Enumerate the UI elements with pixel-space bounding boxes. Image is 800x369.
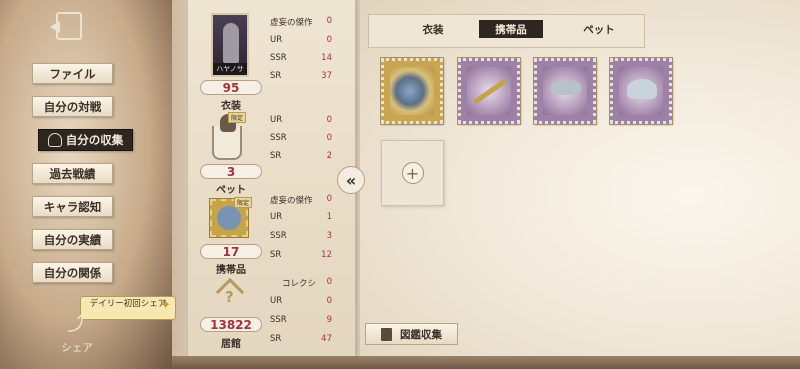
accessory-stat-row: SSR 3 <box>270 231 332 241</box>
accessory-slot[interactable] <box>533 57 597 125</box>
question-mark-icon: ? <box>225 288 234 306</box>
catalog-label: 図鑑収集 <box>400 328 442 341</box>
pet-count: 3 <box>200 164 262 179</box>
tab-accessory[interactable]: 携帯品 <box>479 20 543 38</box>
pet-stat-row: SSR 0 <box>270 133 332 143</box>
house-stat-row: UR 0 <box>270 296 332 306</box>
gift-icon: ✦ <box>160 298 171 313</box>
house-stat-row: SSR 9 <box>270 315 332 325</box>
accessory-count: 17 <box>200 244 262 259</box>
jeweled-orb-accessory-icon <box>390 67 434 115</box>
tab-costume[interactable]: 衣装 <box>401 20 465 38</box>
limited-tag: 限定 <box>228 112 247 123</box>
costume-stat-row: 虚妄の傑作 0 <box>270 16 332 28</box>
catalog-collection-button[interactable]: 図鑑収集 <box>365 323 458 345</box>
jeweled-orb-icon <box>217 206 241 230</box>
nav-past-records[interactable]: 過去戦績 <box>32 163 113 184</box>
accessory-label: 携帯品 <box>216 265 246 276</box>
daily-share-label: デイリー初回シェア <box>89 299 167 309</box>
nav-my-matches[interactable]: 自分の対戦 <box>32 96 113 117</box>
share-button[interactable]: ⤴ シェア <box>54 307 100 357</box>
pet-label: ペット <box>216 185 246 196</box>
book-icon <box>381 327 392 341</box>
character-figure-icon <box>223 23 239 63</box>
shell-shape <box>627 79 657 99</box>
pet-stat-row: UR 0 <box>270 115 332 125</box>
nav-my-collection[interactable]: 自分の収集 <box>38 129 133 151</box>
plus-icon: + <box>401 162 424 184</box>
nav-my-achievements[interactable]: 自分の実績 <box>32 229 113 250</box>
house-stat-row: コレクシ 0 <box>282 277 332 289</box>
house-label: 居館 <box>221 339 241 350</box>
pet-image: 限定 <box>208 112 248 162</box>
accessory-stat-row: SR 12 <box>270 250 332 260</box>
costume-stat-row: SR 37 <box>270 71 332 81</box>
nav-my-collection-label: 自分の収集 <box>65 133 124 147</box>
nav-file[interactable]: ファイル <box>32 63 113 84</box>
costume-stat-row: SSR 14 <box>270 53 332 63</box>
back-icon[interactable] <box>50 12 82 40</box>
accessory-slot[interactable] <box>380 57 444 125</box>
limited-tag: 限定 <box>233 197 252 208</box>
nav-character-recognition[interactable]: キャラ認知 <box>32 196 113 217</box>
accessory-slot[interactable] <box>457 57 521 125</box>
accessory-slot[interactable] <box>609 57 673 125</box>
pet-stat-row: SR 2 <box>270 151 332 161</box>
accessory-stat-row: UR 1 <box>270 212 332 222</box>
share-label: シェア <box>61 342 93 354</box>
costume-count: 95 <box>200 80 262 95</box>
portrait-name: ハヤノサ <box>213 63 247 75</box>
house-image: ? <box>215 277 245 312</box>
accessory-stat-row: 虚妄の傑作 0 <box>270 194 332 206</box>
accessory-stamp-image: 限定 <box>209 197 252 238</box>
costume-stat-row: UR 0 <box>270 35 332 45</box>
bottom-frame <box>172 356 800 369</box>
share-icon: ⤴ <box>67 311 87 335</box>
house-count: 13822 <box>200 317 262 332</box>
costume-label: 衣装 <box>221 101 241 112</box>
add-accessory-slot[interactable]: + <box>381 140 444 206</box>
house-stat-row: SR 47 <box>270 334 332 344</box>
shield-icon <box>47 133 62 147</box>
bird-shape <box>551 81 581 95</box>
costume-portrait: ハヤノサ <box>211 13 249 77</box>
nav-my-relations[interactable]: 自分の関係 <box>32 262 113 283</box>
collapse-chevron-icon[interactable]: « <box>337 166 365 194</box>
tab-pet[interactable]: ペット <box>567 20 631 38</box>
